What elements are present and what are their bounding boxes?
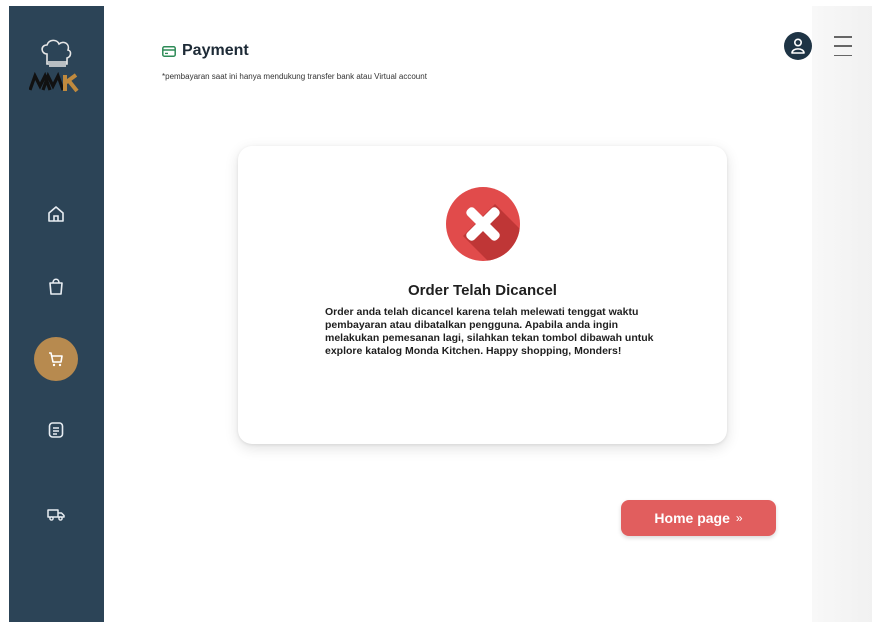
app-frame: Payment *pembayaran saat ini hanya mendu… bbox=[0, 0, 872, 622]
brand-logo[interactable] bbox=[28, 38, 85, 98]
sidebar-item-delivery[interactable] bbox=[34, 492, 78, 536]
page-header: Payment bbox=[162, 42, 249, 60]
cart-icon bbox=[49, 352, 63, 367]
menu-line bbox=[834, 36, 852, 38]
cancel-card: Order Telah Dicancel Order anda telah di… bbox=[238, 146, 727, 444]
shopping-bag-icon bbox=[49, 278, 63, 295]
cancel-x-icon bbox=[446, 187, 520, 261]
double-chevron-right-icon: » bbox=[735, 511, 743, 525]
user-avatar[interactable] bbox=[784, 32, 812, 60]
chef-hat-icon bbox=[28, 39, 79, 93]
page-title: Payment bbox=[182, 42, 249, 59]
home-icon bbox=[48, 206, 64, 222]
card-title: Order Telah Dicancel bbox=[408, 282, 557, 299]
sidebar bbox=[9, 6, 104, 622]
menu-line bbox=[834, 45, 852, 47]
user-icon bbox=[791, 38, 805, 54]
sidebar-item-shop[interactable] bbox=[34, 264, 78, 308]
payment-note: *pembayaran saat ini hanya mendukung tra… bbox=[162, 72, 427, 81]
hamburger-menu-icon[interactable] bbox=[834, 34, 852, 58]
credit-card-icon bbox=[162, 45, 176, 57]
home-page-button-label: Home page bbox=[654, 510, 730, 526]
sidebar-item-home[interactable] bbox=[34, 192, 78, 236]
receipt-icon bbox=[48, 422, 64, 438]
right-panel bbox=[812, 6, 872, 622]
sidebar-item-orders[interactable] bbox=[34, 408, 78, 452]
card-message: Order anda telah dicancel karena telah m… bbox=[325, 306, 654, 357]
home-page-button[interactable]: Home page » bbox=[621, 500, 776, 536]
delivery-truck-icon bbox=[47, 509, 65, 521]
sidebar-item-cart[interactable] bbox=[34, 337, 78, 381]
menu-line bbox=[834, 54, 852, 56]
